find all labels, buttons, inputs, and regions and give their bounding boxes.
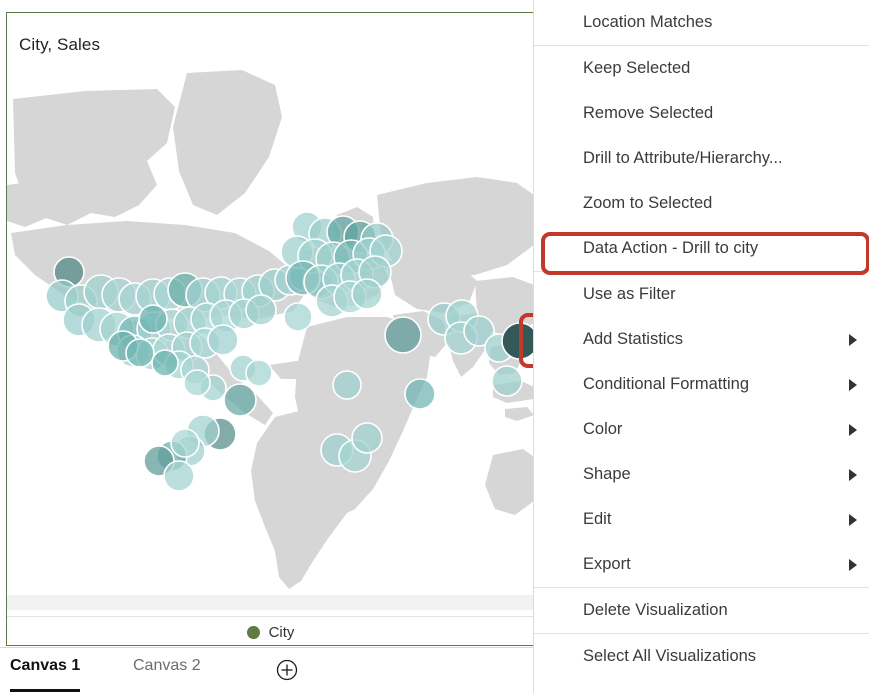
legend-swatch-city <box>247 626 260 639</box>
page-title: City, Sales <box>19 35 100 55</box>
menu-item-label: Color <box>583 420 622 438</box>
menu-item-label: Add Statistics <box>583 330 683 348</box>
canvas-tab-bar: Canvas 1 Canvas 2 <box>0 647 533 693</box>
map-bubble[interactable] <box>246 295 276 325</box>
map-bubble[interactable] <box>333 371 361 399</box>
map-bubble[interactable] <box>385 317 421 353</box>
chevron-right-icon <box>849 514 857 526</box>
chevron-right-icon <box>849 559 857 571</box>
chevron-right-icon <box>849 469 857 481</box>
add-canvas-button[interactable] <box>276 659 298 681</box>
map-canvas[interactable] <box>7 65 533 610</box>
plus-circle-icon <box>276 659 298 681</box>
map-bubble[interactable] <box>164 461 194 491</box>
map-bubble[interactable] <box>126 339 154 367</box>
map-bubble[interactable] <box>208 325 238 355</box>
menu-item-color[interactable]: Color <box>534 407 869 452</box>
menu-item-data-action-drill-to-city[interactable]: Data Action - Drill to city <box>534 226 869 271</box>
map-bubble[interactable] <box>246 360 272 386</box>
map-bubble[interactable] <box>502 323 533 359</box>
menu-item-export[interactable]: Export <box>534 542 869 587</box>
chevron-right-icon <box>849 334 857 346</box>
menu-item-label: Edit <box>583 510 611 528</box>
menu-item-zoom-to-selected[interactable]: Zoom to Selected <box>534 181 869 226</box>
map-visualization-panel[interactable]: City, Sales <box>6 12 533 646</box>
map-bubble[interactable] <box>405 379 435 409</box>
context-menu[interactable]: Location Matches Keep Selected Remove Se… <box>533 0 869 693</box>
world-map[interactable] <box>7 65 533 610</box>
menu-item-label: Export <box>583 555 631 573</box>
legend-label-city: City <box>269 624 295 641</box>
menu-item-select-all-visualizations[interactable]: Select All Visualizations <box>534 634 869 679</box>
map-bubble[interactable] <box>139 305 167 333</box>
map-bubble[interactable] <box>352 423 382 453</box>
application-window: City, Sales <box>0 0 869 693</box>
map-bubble[interactable] <box>184 370 210 396</box>
tab-canvas-2[interactable]: Canvas 2 <box>133 657 201 689</box>
tab-canvas-1[interactable]: Canvas 1 <box>10 657 80 692</box>
map-bubble[interactable] <box>171 429 199 457</box>
chevron-right-icon <box>849 379 857 391</box>
menu-item-remove-selected[interactable]: Remove Selected <box>534 91 869 136</box>
menu-item-add-statistics[interactable]: Add Statistics <box>534 317 869 362</box>
map-bubble[interactable] <box>352 279 382 309</box>
menu-item-label: Shape <box>583 465 631 483</box>
map-bubble[interactable] <box>152 350 178 376</box>
menu-item-label: Conditional Formatting <box>583 375 749 393</box>
menu-item-drill-to-attribute-hierarchy[interactable]: Drill to Attribute/Hierarchy... <box>534 136 869 181</box>
menu-item-keep-selected[interactable]: Keep Selected <box>534 46 869 91</box>
map-bubble[interactable] <box>284 303 312 331</box>
chevron-right-icon <box>849 424 857 436</box>
visualization-area: City, Sales <box>0 0 533 693</box>
menu-item-use-as-filter[interactable]: Use as Filter <box>534 272 869 317</box>
map-bubble[interactable] <box>224 384 256 416</box>
menu-item-delete-visualization[interactable]: Delete Visualization <box>534 588 869 633</box>
menu-item-conditional-formatting[interactable]: Conditional Formatting <box>534 362 869 407</box>
menu-item-location-matches[interactable]: Location Matches <box>534 0 869 45</box>
map-bubble[interactable] <box>492 366 522 396</box>
menu-item-shape[interactable]: Shape <box>534 452 869 497</box>
menu-item-edit[interactable]: Edit <box>534 497 869 542</box>
map-legend: City <box>7 616 533 646</box>
